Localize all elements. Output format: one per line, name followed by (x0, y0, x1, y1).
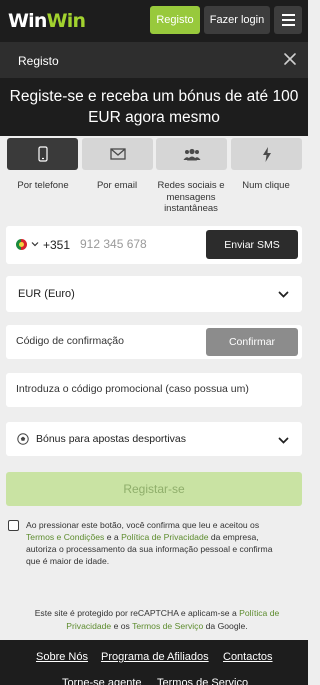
close-icon[interactable] (283, 52, 297, 66)
promo-code-row (6, 373, 302, 407)
promo-banner: Registe-se e receba um bónus de até 100 … (0, 78, 308, 136)
recaptcha-notice: Este site é protegido por reCAPTCHA e ap… (34, 608, 280, 631)
tab-label-one-click: Num clique (242, 180, 290, 191)
lightning-icon (262, 146, 271, 162)
tab-one-click[interactable] (231, 138, 302, 170)
tab-email[interactable] (82, 138, 153, 170)
phone-input[interactable] (80, 237, 200, 251)
footer-link-agent[interactable]: Torne-se agente (62, 677, 142, 685)
consent-checkbox[interactable] (8, 520, 19, 531)
chevron-down-icon[interactable] (31, 240, 39, 248)
tab-label-email: Por email (96, 180, 138, 191)
currency-select[interactable]: EUR (Euro) (6, 276, 302, 312)
bonus-value: Bónus para apostas desportivas (36, 433, 187, 445)
users-icon (183, 148, 200, 160)
send-sms-button[interactable]: Enviar SMS (206, 230, 298, 259)
phone-icon (37, 146, 48, 162)
top-bar: WinWin Registo Fazer login (0, 0, 308, 42)
phone-row: +351 Enviar SMS (6, 226, 302, 264)
confirmation-code-input[interactable] (16, 335, 196, 347)
tab-social[interactable] (156, 138, 227, 170)
modal-title: Registo (18, 54, 59, 68)
footer-link-terms[interactable]: Termos de Serviço (157, 677, 248, 685)
confirm-button[interactable]: Confirmar (206, 328, 298, 356)
register-submit-button[interactable]: Registar-se (6, 472, 302, 506)
menu-button[interactable] (274, 6, 302, 34)
hamburger-icon (281, 14, 295, 16)
portugal-flag-icon[interactable] (16, 239, 27, 250)
consent-text: Ao pressionar este botão, você confirma … (26, 520, 273, 566)
register-header-button[interactable]: Registo (150, 6, 200, 34)
country-code[interactable]: +351 (43, 238, 70, 252)
confirmation-row: Confirmar (6, 325, 302, 359)
currency-value: EUR (Euro) (18, 288, 75, 300)
footer: Sobre Nós Programa de Afiliados Contacto… (0, 640, 308, 685)
tab-label-social: Redes sociais e mensagens instantâneas (157, 180, 225, 214)
envelope-icon (109, 148, 126, 160)
tab-phone[interactable] (7, 138, 78, 170)
google-terms-link[interactable]: Termos de Serviço (132, 621, 203, 631)
terms-link[interactable]: Termos e Condições (26, 532, 104, 542)
privacy-link[interactable]: Política de Privacidade (121, 532, 208, 542)
soccer-ball-icon (17, 433, 29, 445)
footer-link-affiliates[interactable]: Programa de Afiliados (101, 651, 209, 663)
footer-link-about[interactable]: Sobre Nós (36, 651, 88, 663)
modal-header: Registo (0, 42, 308, 78)
login-button[interactable]: Fazer login (204, 6, 270, 34)
chevron-down-icon (278, 291, 289, 298)
footer-link-contacts[interactable]: Contactos (223, 651, 273, 663)
chevron-down-icon (278, 437, 289, 444)
promo-code-input[interactable] (16, 383, 292, 395)
tab-label-phone: Por telefone (17, 180, 69, 191)
logo[interactable]: WinWin (8, 10, 86, 32)
bonus-select[interactable]: Bónus para apostas desportivas (6, 422, 302, 456)
